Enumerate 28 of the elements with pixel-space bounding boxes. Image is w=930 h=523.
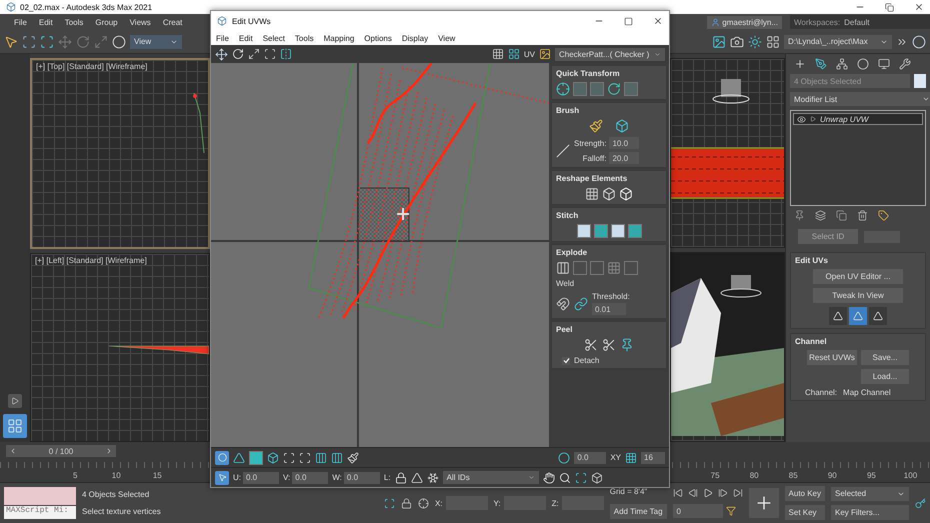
weld-label: Weld bbox=[556, 279, 576, 288]
window-title: 02_02.max - Autodesk 3ds Max 2021 bbox=[20, 2, 152, 12]
threshold-label: Threshold: bbox=[592, 292, 630, 301]
coord-label: W: bbox=[332, 473, 342, 482]
grid-size-text: Grid = 8'4" bbox=[610, 487, 648, 496]
field-label: Falloff: bbox=[582, 154, 606, 162]
frame-number: 95 bbox=[866, 471, 877, 480]
frame-number: 10 bbox=[110, 471, 122, 480]
frame-number: 15 bbox=[152, 471, 163, 480]
detach-label: Detach bbox=[574, 356, 600, 365]
frame-number: 85 bbox=[788, 471, 799, 480]
selection-status: 4 Objects Selected bbox=[82, 490, 150, 499]
field-label: Strength: bbox=[574, 138, 606, 148]
frame-number: 80 bbox=[748, 471, 760, 480]
coord-label: Z: bbox=[552, 498, 559, 508]
channel-label: Channel: bbox=[805, 388, 838, 397]
coord-label: X: bbox=[434, 498, 443, 508]
l-label: L: bbox=[384, 473, 391, 482]
frame-number: 75 bbox=[710, 471, 721, 480]
frame-number: 100 bbox=[902, 471, 918, 480]
map-channel-label: Map Channel bbox=[843, 388, 891, 397]
coord-label: Y: bbox=[494, 498, 501, 508]
frame-number: 90 bbox=[826, 471, 838, 480]
coord-label: V: bbox=[283, 473, 290, 482]
prompt-text: Select texture vertices bbox=[82, 507, 161, 516]
window-title: Edit UVWs bbox=[232, 16, 271, 26]
coord-label: U: bbox=[233, 473, 241, 482]
frame-number: 5 bbox=[72, 471, 78, 480]
